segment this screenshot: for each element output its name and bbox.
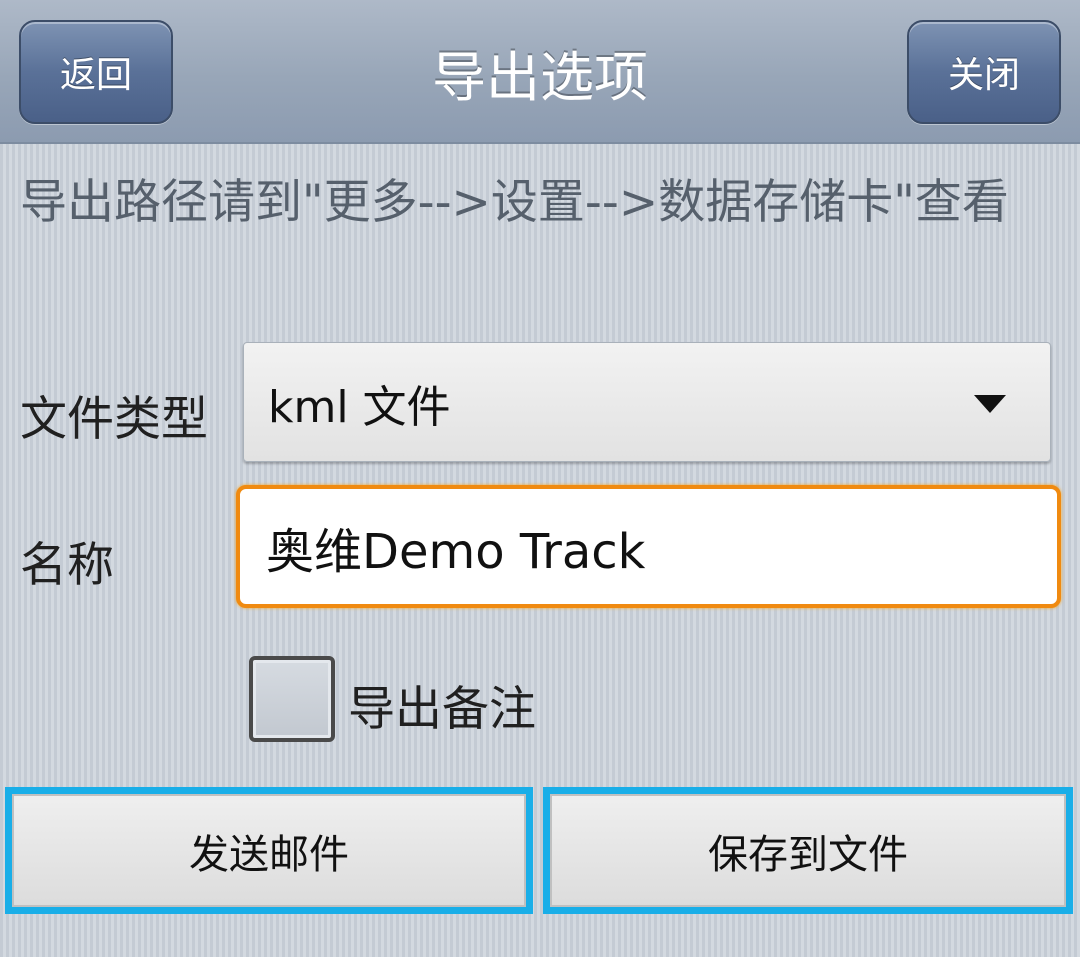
export-path-hint: 导出路径请到"更多-->设置-->数据存储卡"查看 xyxy=(20,175,1009,230)
file-type-label: 文件类型 xyxy=(20,392,208,447)
export-notes-checkbox[interactable] xyxy=(249,656,335,742)
close-button[interactable]: 关闭 xyxy=(907,20,1061,124)
file-type-selected-value: kml 文件 xyxy=(268,382,451,433)
export-notes-label: 导出备注 xyxy=(348,682,536,737)
title-bar: 返回 导出选项 关闭 xyxy=(0,0,1080,144)
name-input[interactable] xyxy=(236,485,1061,608)
file-type-select[interactable]: kml 文件 xyxy=(243,342,1051,462)
page-title: 导出选项 xyxy=(432,45,648,109)
send-email-button[interactable]: 发送邮件 xyxy=(5,787,533,914)
name-label: 名称 xyxy=(20,538,114,593)
back-button[interactable]: 返回 xyxy=(19,20,173,124)
dropdown-arrow-icon xyxy=(974,395,1006,413)
save-to-file-button[interactable]: 保存到文件 xyxy=(543,787,1073,914)
